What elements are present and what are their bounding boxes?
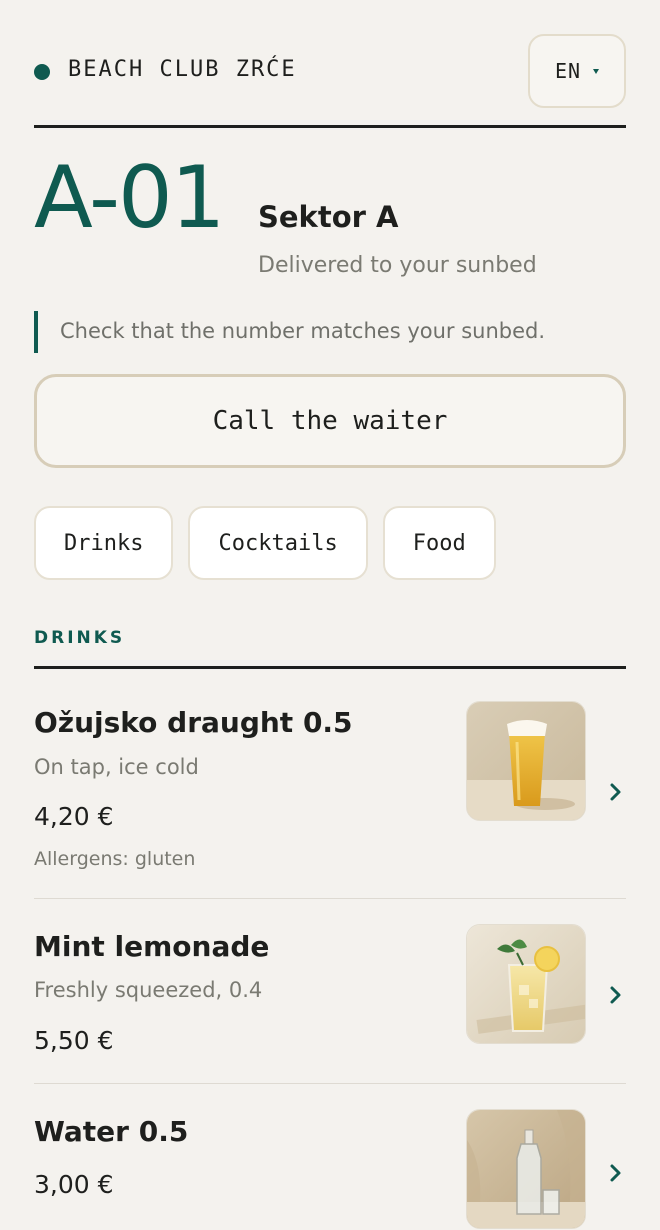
header: BEACH CLUB ZRĆE EN xyxy=(34,34,626,108)
caret-down-icon xyxy=(593,69,600,74)
item-divider xyxy=(34,1083,626,1084)
item-divider xyxy=(34,898,626,899)
brand-name: BEACH CLUB ZRĆE xyxy=(68,57,297,82)
tab-food[interactable]: Food xyxy=(382,506,496,580)
beer-glass-image xyxy=(466,701,586,821)
menu-item[interactable]: Ožujsko draught 0.5 On tap, ice cold 4,2… xyxy=(34,701,626,886)
tab-label: Drinks xyxy=(64,530,144,556)
sunbed-number: A-01 xyxy=(34,148,225,248)
item-price: 3,00 € xyxy=(34,1170,114,1199)
item-allergens: Allergens: gluten xyxy=(34,848,196,870)
language-selector[interactable]: EN xyxy=(528,34,626,108)
water-bottle-image xyxy=(466,1109,586,1229)
tab-label: Cocktails xyxy=(218,530,338,556)
language-label: EN xyxy=(554,59,582,83)
item-description: Freshly squeezed, 0.4 xyxy=(34,978,263,1002)
menu-item[interactable]: Water 0.5 3,00 € xyxy=(34,1109,626,1230)
chevron-right-icon[interactable] xyxy=(608,985,624,1005)
tab-cocktails[interactable]: Cocktails xyxy=(188,506,368,580)
sunbed-notice: Check that the number matches your sunbe… xyxy=(34,311,626,353)
item-description: On tap, ice cold xyxy=(34,755,199,779)
call-waiter-button[interactable]: Call the waiter xyxy=(34,374,626,468)
section-divider xyxy=(34,666,626,669)
chevron-right-icon[interactable] xyxy=(608,1163,624,1183)
sector-label: Sektor A xyxy=(258,200,399,234)
item-name: Mint lemonade xyxy=(34,930,270,963)
header-divider xyxy=(34,125,626,128)
category-tabs: Drinks Cocktails Food xyxy=(34,506,496,580)
delivery-note: Delivered to your sunbed xyxy=(258,253,537,278)
item-price: 4,20 € xyxy=(34,802,114,831)
menu-item[interactable]: Mint lemonade Freshly squeezed, 0.4 5,50… xyxy=(34,924,626,1060)
item-name: Ožujsko draught 0.5 xyxy=(34,706,353,739)
menu-page: BEACH CLUB ZRĆE EN A-01 Sektor A Deliver… xyxy=(34,0,626,1230)
lemonade-glass-image xyxy=(466,924,586,1044)
chevron-right-icon[interactable] xyxy=(608,782,624,802)
call-waiter-label: Call the waiter xyxy=(212,406,448,436)
tab-label: Food xyxy=(412,530,466,556)
status-dot-icon xyxy=(34,64,50,80)
notice-text: Check that the number matches your sunbe… xyxy=(60,319,546,343)
item-price: 5,50 € xyxy=(34,1026,114,1055)
item-name: Water 0.5 xyxy=(34,1115,189,1148)
section-title: DRINKS xyxy=(34,628,126,648)
tab-drinks[interactable]: Drinks xyxy=(34,506,174,580)
